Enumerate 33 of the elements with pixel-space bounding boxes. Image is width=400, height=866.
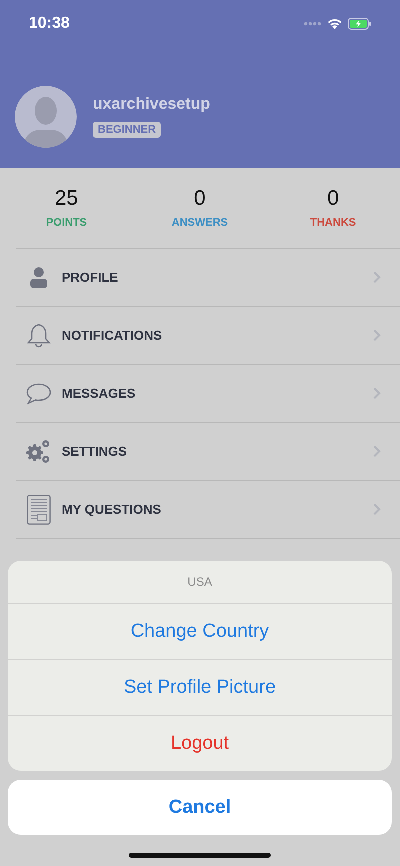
bell-icon (26, 322, 52, 348)
rank-badge: BEGINNER (93, 122, 162, 138)
action-button[interactable]: Change Country (8, 604, 392, 660)
username: uxarchivesetup (93, 96, 210, 114)
chevron-icon (373, 503, 381, 516)
gears-icon (26, 438, 52, 464)
stat-label: ANSWERS (172, 217, 228, 229)
document-icon (27, 494, 51, 524)
chevron-icon (373, 387, 381, 400)
battery-charging-icon (348, 18, 372, 30)
speech-bubble-icon (26, 382, 52, 404)
action-sheet-title: USA (8, 561, 392, 604)
menu-item[interactable]: PROFILE (16, 249, 400, 307)
stat-label: POINTS (46, 217, 88, 229)
chevron-icon (373, 445, 381, 458)
stat-value: 0 (327, 187, 340, 211)
stat-value: 25 (54, 187, 78, 211)
chevron-icon (373, 329, 381, 342)
menu-item[interactable]: SETTINGS (16, 423, 400, 481)
menu-item[interactable]: MESSAGES (16, 365, 400, 423)
stat-value: 0 (194, 187, 206, 211)
wifi-icon (327, 18, 343, 30)
avatar (15, 86, 77, 148)
menu-item[interactable]: MY QUESTIONS (16, 481, 400, 539)
menu-item[interactable]: NOTIFICATIONS (16, 307, 400, 365)
person-icon (30, 266, 48, 288)
status-time: 10:38 (29, 15, 70, 33)
cancel-button[interactable]: Cancel (8, 780, 392, 835)
action-button[interactable]: Set Profile Picture (8, 660, 392, 716)
signal-icon (304, 22, 322, 26)
chevron-icon (373, 271, 381, 284)
stat-label: THANKS (310, 217, 356, 229)
action-button[interactable]: Logout (8, 716, 392, 771)
